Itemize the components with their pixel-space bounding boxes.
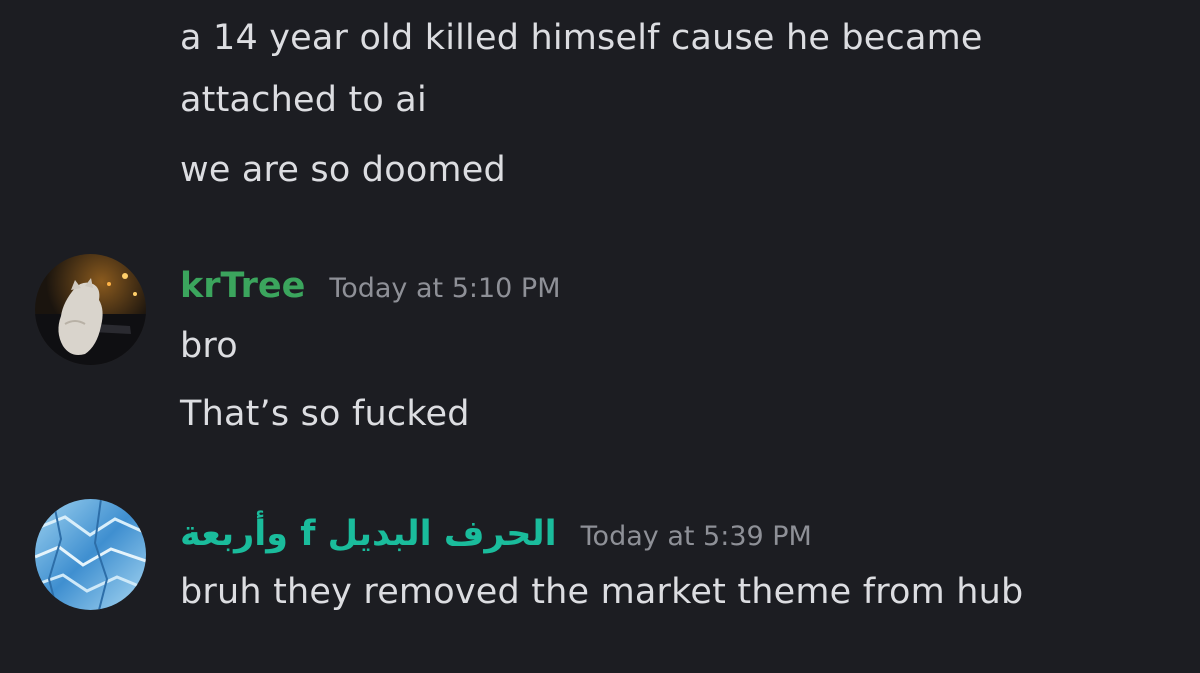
message-text: we are so doomed <box>180 150 506 190</box>
message-text: bro <box>180 326 238 366</box>
message-text: a 14 year old killed himself cause he be… <box>180 18 983 58</box>
timestamp[interactable]: Today at 5:10 PM <box>329 267 560 311</box>
timestamp[interactable]: Today at 5:39 PM <box>581 515 812 559</box>
message-text: attached to ai <box>180 80 427 120</box>
avatar-image <box>35 499 146 610</box>
avatar-arabic-user[interactable] <box>35 499 146 610</box>
message-text: bruh they removed the market theme from … <box>180 572 1024 612</box>
message-header-arabic-user: الحرف البديل f وأربعة Today at 5:39 PM <box>180 512 812 559</box>
username[interactable]: الحرف البديل f وأربعة <box>180 512 557 556</box>
message-text: That’s so fucked <box>180 394 470 434</box>
username[interactable]: krTree <box>180 264 305 308</box>
message-header-krtree: krTree Today at 5:10 PM <box>180 264 561 311</box>
avatar-image <box>35 254 146 365</box>
avatar-krtree[interactable] <box>35 254 146 365</box>
message-list: a 14 year old killed himself cause he be… <box>0 0 1200 673</box>
